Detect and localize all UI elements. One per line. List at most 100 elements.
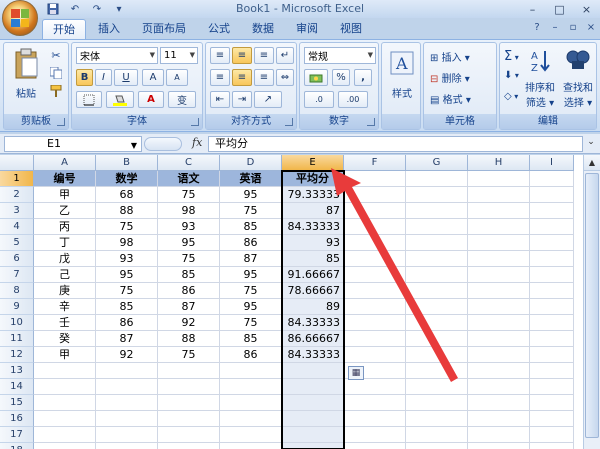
cell-a18[interactable] <box>34 443 96 449</box>
orientation-button[interactable]: ↗ <box>254 91 282 108</box>
cell-d9[interactable]: 95 <box>220 299 282 315</box>
cell-g9[interactable] <box>406 299 468 315</box>
cell-c14[interactable] <box>158 379 220 395</box>
formula-input[interactable]: 平均分 <box>208 136 583 152</box>
workbook-close-button[interactable]: × <box>584 20 598 34</box>
cell-a9[interactable]: 辛 <box>34 299 96 315</box>
cell-f2[interactable] <box>344 187 406 203</box>
cell-c11[interactable]: 88 <box>158 331 220 347</box>
row-header-10[interactable]: 10 <box>0 315 34 331</box>
font-name-combo[interactable]: 宋体 ▼ <box>76 47 158 64</box>
cell-i4[interactable] <box>530 219 574 235</box>
cell-g11[interactable] <box>406 331 468 347</box>
cell-e6[interactable]: 85 <box>282 251 344 267</box>
cell-c12[interactable]: 75 <box>158 347 220 363</box>
cell-a3[interactable]: 乙 <box>34 203 96 219</box>
cell-g7[interactable] <box>406 267 468 283</box>
row-header-3[interactable]: 3 <box>0 203 34 219</box>
cell-b14[interactable] <box>96 379 158 395</box>
cell-f1[interactable] <box>344 171 406 187</box>
cell-c2[interactable]: 75 <box>158 187 220 203</box>
clipboard-launcher-icon[interactable] <box>57 118 65 126</box>
row-header-6[interactable]: 6 <box>0 251 34 267</box>
cell-b2[interactable]: 68 <box>96 187 158 203</box>
cell-i11[interactable] <box>530 331 574 347</box>
paste-button[interactable]: 粘贴 <box>8 85 44 100</box>
tab-page-layout[interactable]: 页面布局 <box>132 19 196 39</box>
cell-c16[interactable] <box>158 411 220 427</box>
cell-a13[interactable] <box>34 363 96 379</box>
worksheet-grid[interactable]: A B C D E F G H I 1 编号 数学 语文 英语 平均分 2 甲 68 75 95 79.33333 3 乙 8… <box>0 155 600 449</box>
comma-button[interactable]: , <box>354 69 372 86</box>
workbook-minimize-button[interactable]: – <box>548 20 562 34</box>
cell-f17[interactable] <box>344 427 406 443</box>
select-all-button[interactable] <box>0 155 34 171</box>
cell-e7[interactable]: 91.66667 <box>282 267 344 283</box>
cell-g13[interactable] <box>406 363 468 379</box>
cell-b1[interactable]: 数学 <box>96 171 158 187</box>
cell-g1[interactable] <box>406 171 468 187</box>
sort-filter-button[interactable]: 排序和 筛选 ▾ <box>520 79 560 109</box>
cell-i6[interactable] <box>530 251 574 267</box>
cell-e9[interactable]: 89 <box>282 299 344 315</box>
cell-d17[interactable] <box>220 427 282 443</box>
cell-a4[interactable]: 丙 <box>34 219 96 235</box>
cell-c6[interactable]: 75 <box>158 251 220 267</box>
cell-e16[interactable] <box>282 411 344 427</box>
column-header-c[interactable]: C <box>158 155 220 171</box>
cell-d18[interactable] <box>220 443 282 449</box>
cell-i5[interactable] <box>530 235 574 251</box>
tab-insert[interactable]: 插入 <box>88 19 130 39</box>
increase-decimal-button[interactable]: .0 <box>304 91 334 108</box>
underline-button[interactable]: U <box>114 69 138 86</box>
cell-h1[interactable] <box>468 171 530 187</box>
cell-h5[interactable] <box>468 235 530 251</box>
cell-g17[interactable] <box>406 427 468 443</box>
align-top-button[interactable]: ≡ <box>210 47 230 64</box>
cell-b8[interactable]: 75 <box>96 283 158 299</box>
cell-f9[interactable] <box>344 299 406 315</box>
cell-d2[interactable]: 95 <box>220 187 282 203</box>
cell-h13[interactable] <box>468 363 530 379</box>
cell-b6[interactable]: 93 <box>96 251 158 267</box>
scroll-up-icon[interactable]: ▲ <box>584 155 600 171</box>
minimize-button[interactable]: – <box>519 0 546 18</box>
cell-f4[interactable] <box>344 219 406 235</box>
cell-e1[interactable]: 平均分 <box>282 171 344 187</box>
cell-h2[interactable] <box>468 187 530 203</box>
cell-i14[interactable] <box>530 379 574 395</box>
cell-d7[interactable]: 95 <box>220 267 282 283</box>
cell-b7[interactable]: 95 <box>96 267 158 283</box>
insert-function-icon[interactable]: fx <box>192 136 202 149</box>
expand-formula-bar-icon[interactable]: ⌄ <box>585 137 597 151</box>
align-right-button[interactable]: ≡ <box>254 69 274 86</box>
column-header-b[interactable]: B <box>96 155 158 171</box>
cell-e11[interactable]: 86.66667 <box>282 331 344 347</box>
cell-h4[interactable] <box>468 219 530 235</box>
cell-i13[interactable] <box>530 363 574 379</box>
cell-f10[interactable] <box>344 315 406 331</box>
cell-g6[interactable] <box>406 251 468 267</box>
cell-e14[interactable] <box>282 379 344 395</box>
cell-i12[interactable] <box>530 347 574 363</box>
cell-h7[interactable] <box>468 267 530 283</box>
cell-d6[interactable]: 87 <box>220 251 282 267</box>
cell-a17[interactable] <box>34 427 96 443</box>
vertical-scrollbar[interactable]: ▲ <box>583 155 600 449</box>
cell-h3[interactable] <box>468 203 530 219</box>
insert-cells-button[interactable]: ⊞ 插入 ▾ <box>430 49 470 64</box>
cell-c13[interactable] <box>158 363 220 379</box>
cell-h9[interactable] <box>468 299 530 315</box>
cell-f15[interactable] <box>344 395 406 411</box>
fill-color-button[interactable] <box>106 91 134 108</box>
row-header-8[interactable]: 8 <box>0 283 34 299</box>
help-icon[interactable]: ? <box>530 20 544 34</box>
wrap-text-button[interactable]: ↵ <box>276 47 294 64</box>
row-header-17[interactable]: 17 <box>0 427 34 443</box>
cell-i18[interactable] <box>530 443 574 449</box>
cell-h14[interactable] <box>468 379 530 395</box>
cell-b13[interactable] <box>96 363 158 379</box>
cell-c15[interactable] <box>158 395 220 411</box>
format-painter-icon[interactable] <box>48 83 64 99</box>
alignment-launcher-icon[interactable] <box>285 118 293 126</box>
